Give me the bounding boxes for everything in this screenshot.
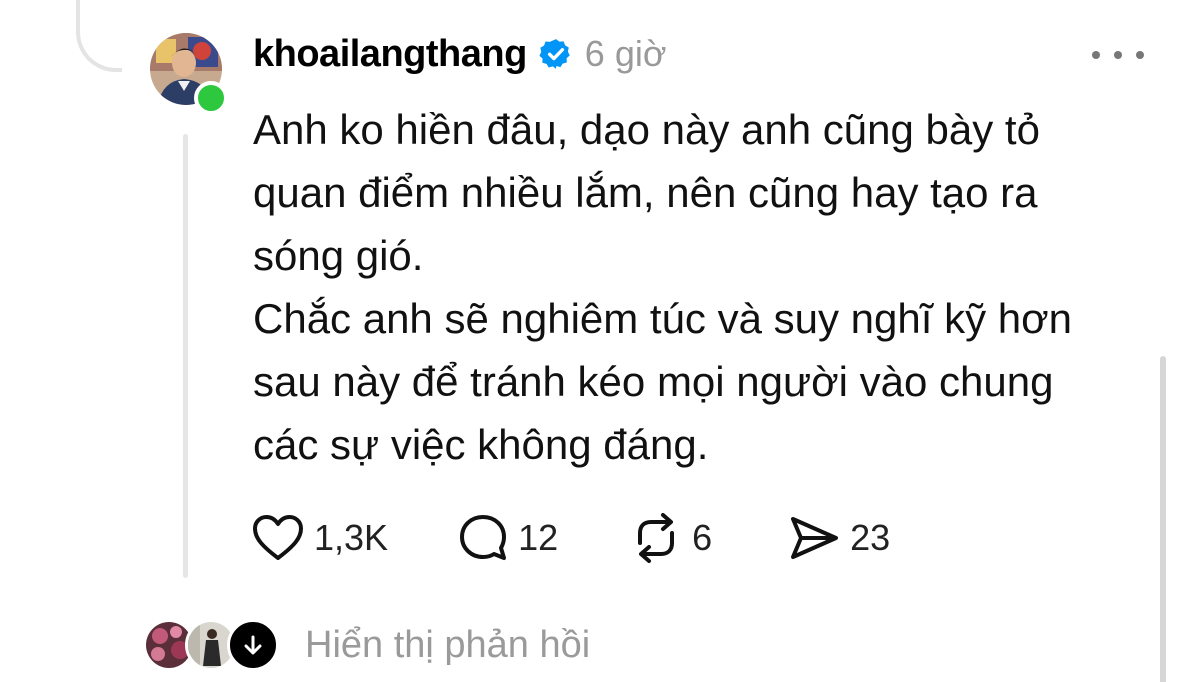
more-options-button[interactable] [1092, 40, 1144, 70]
share-count: 23 [850, 517, 891, 558]
more-dot [1136, 51, 1144, 59]
share-button[interactable]: 23 [788, 514, 890, 562]
post-paragraph: Anh ko hiền đâu, dạo này anh cũng bày tỏ… [253, 106, 1040, 279]
arrow-down-icon [244, 635, 262, 655]
like-count: 1,3K [314, 517, 389, 558]
more-dot [1114, 51, 1122, 59]
post-actions: 1,3K 12 6 23 [252, 508, 890, 568]
repost-icon [638, 513, 675, 563]
like-button[interactable]: 1,3K [252, 514, 388, 562]
expand-replies-badge [227, 619, 279, 671]
comment-bubble-icon [460, 515, 507, 560]
online-status-indicator [194, 81, 228, 115]
username[interactable]: khoailangthang [253, 33, 527, 76]
thread-line [183, 134, 188, 578]
post-paragraph: Chắc anh sẽ nghiêm túc và suy nghĩ kỹ hơ… [253, 295, 1072, 468]
parent-thread-connector [76, 0, 122, 72]
post-header: khoailangthang 6 giờ [253, 28, 666, 80]
more-dot [1092, 51, 1100, 59]
repost-button[interactable]: 6 [630, 513, 712, 563]
post-timestamp: 6 giờ [584, 33, 667, 74]
author-avatar[interactable] [150, 33, 228, 115]
scrollbar[interactable] [1160, 356, 1166, 682]
repost-count: 6 [692, 517, 713, 558]
verified-badge-icon [539, 39, 570, 69]
heart-icon [253, 515, 303, 560]
reply-button[interactable]: 12 [458, 513, 558, 563]
thread-reply-view: khoailangthang 6 giờ Anh ko hiền đâu, dạ… [0, 0, 1179, 682]
replies-preview[interactable]: Hiển thị phản hồi [143, 615, 590, 675]
reply-count: 12 [518, 517, 559, 558]
post-body: Anh ko hiền đâu, dạo này anh cũng bày tỏ… [253, 98, 1153, 476]
send-icon [791, 517, 839, 559]
show-replies-link[interactable]: Hiển thị phản hồi [305, 624, 590, 667]
